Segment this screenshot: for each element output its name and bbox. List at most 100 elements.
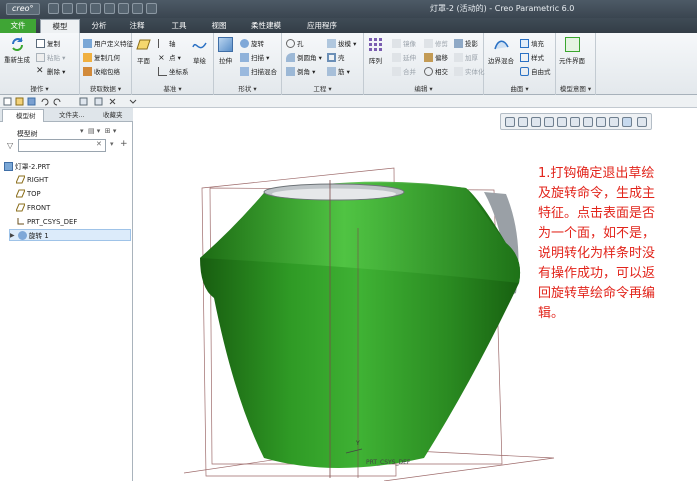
copy-button[interactable]: 复制	[36, 37, 60, 49]
intersect-button[interactable]: 相交	[424, 65, 448, 77]
style-button[interactable]: 样式	[520, 51, 544, 63]
trim-button[interactable]: 修剪	[424, 37, 448, 49]
expand-arrow-icon[interactable]: ▶	[10, 232, 15, 239]
close-window-icon[interactable]	[146, 3, 157, 14]
tab-folder-browser[interactable]: 文件夹...	[46, 109, 88, 122]
tab-view[interactable]: 视图	[204, 19, 234, 33]
copy-geometry-button[interactable]: 复制几何	[83, 51, 120, 63]
tab-flexible-modeling[interactable]: 柔性建模	[244, 19, 288, 33]
solidify-icon	[454, 66, 463, 76]
tab-analysis[interactable]: 分析	[84, 19, 114, 33]
draft-button[interactable]: 拔模 ▾	[327, 37, 356, 49]
merge-button[interactable]: 合并	[392, 65, 416, 77]
round-button[interactable]: 倒圆角 ▾	[286, 51, 322, 63]
group-surfaces: 边界混合 填充 样式 自由式 曲面 ▾	[484, 33, 556, 95]
plane-button[interactable]: 平面	[136, 37, 151, 65]
redo-icon[interactable]	[104, 3, 115, 14]
tab-annotate[interactable]: 注释	[122, 19, 152, 33]
delete-button[interactable]: ✕ 删除 ▾	[36, 65, 65, 77]
project-button[interactable]: 投影	[454, 37, 478, 49]
fill-button[interactable]: 填充	[520, 37, 544, 49]
tree-label-right: RIGHT	[27, 175, 49, 184]
tab-tools[interactable]: 工具	[164, 19, 194, 33]
extend-icon	[392, 52, 401, 62]
perspective-icon[interactable]	[596, 117, 606, 127]
hole-button[interactable]: 孔	[286, 37, 304, 49]
tree-item-part[interactable]: 灯罩-2.PRT	[4, 161, 50, 171]
display-style-icon[interactable]	[557, 117, 567, 127]
clear-search-icon[interactable]: ✕	[96, 140, 102, 148]
udf-button[interactable]: 用户定义特征	[83, 37, 133, 49]
pattern-button[interactable]: 阵列	[368, 37, 383, 65]
add-filter-icon[interactable]: +	[120, 139, 128, 149]
shell-button[interactable]: 壳	[327, 51, 345, 63]
offset-button[interactable]: 偏移	[424, 51, 448, 63]
windows-icon[interactable]	[132, 3, 143, 14]
tab-applications[interactable]: 应用程序	[300, 19, 344, 33]
tree-item-right[interactable]: RIGHT	[15, 175, 49, 184]
undo-icon[interactable]	[90, 3, 101, 14]
tree-settings-icons[interactable]: ▾ ▤ ▾ ⊞ ▾	[80, 127, 130, 137]
tab-favorites[interactable]: 收藏夹	[90, 109, 132, 122]
ribbon-tabs: 文件 模型 分析 注释 工具 视图 柔性建模 应用程序	[0, 18, 697, 33]
axis-button[interactable]: 轴	[158, 37, 176, 49]
offset-icon	[424, 52, 433, 62]
spin-center-icon[interactable]	[637, 117, 647, 127]
open-icon[interactable]	[62, 3, 73, 14]
save-icon[interactable]	[76, 3, 87, 14]
copy-icon	[36, 38, 45, 48]
revolve-button[interactable]: 旋转	[240, 37, 264, 49]
trim-icon	[424, 38, 433, 48]
annotation-display-icon[interactable]	[622, 117, 632, 127]
freeform-button[interactable]: 自由式	[520, 65, 551, 77]
tree-item-front[interactable]: FRONT	[15, 203, 50, 212]
zoom-in-icon[interactable]	[518, 117, 528, 127]
draft-icon	[327, 38, 336, 48]
chamfer-button[interactable]: 倒角 ▾	[286, 65, 315, 77]
quick-access-icons[interactable]	[0, 95, 160, 108]
tab-model-tree[interactable]: 模型树	[2, 109, 44, 122]
offset-label: 偏移	[435, 54, 448, 62]
filter-icon[interactable]: ▽	[7, 141, 13, 150]
component-interface-button[interactable]: 元件界面	[559, 37, 585, 65]
swept-blend-button[interactable]: 扫描混合	[240, 65, 277, 77]
paste-button[interactable]: 粘贴 ▾	[36, 51, 65, 63]
hole-icon	[286, 38, 295, 48]
saved-orientations-icon[interactable]	[570, 117, 580, 127]
thicken-button[interactable]: 加厚	[454, 51, 478, 63]
copy-label: 复制	[47, 40, 60, 48]
thicken-icon	[454, 52, 463, 62]
group-label-engineering: 工程 ▾	[313, 85, 332, 93]
sketch-button[interactable]: 草绘	[192, 37, 207, 65]
tab-file[interactable]: 文件	[0, 19, 36, 33]
draft-label: 拔模 ▾	[338, 40, 357, 48]
regenerate-icon[interactable]	[118, 3, 129, 14]
boundary-blend-button[interactable]: 边界混合	[488, 37, 514, 65]
merge-icon	[392, 66, 401, 76]
repaint-icon[interactable]	[544, 117, 554, 127]
csys-label: 坐标系	[169, 68, 189, 76]
tree-item-revolve[interactable]: ▶ 旋转 1	[9, 229, 131, 241]
zoom-out-icon[interactable]	[531, 117, 541, 127]
search-options-icon[interactable]: ▾	[110, 140, 114, 148]
sweep-button[interactable]: 扫描 ▾	[240, 51, 269, 63]
extrude-button[interactable]: 拉伸	[218, 37, 233, 65]
tab-model[interactable]: 模型	[40, 19, 80, 33]
mirror-button[interactable]: 镜像	[392, 37, 416, 49]
csys-button[interactable]: 坐标系	[158, 65, 189, 77]
extend-button[interactable]: 延伸	[392, 51, 416, 63]
view-manager-icon[interactable]	[583, 117, 593, 127]
solidify-button[interactable]: 实体化	[454, 65, 485, 77]
tree-item-top[interactable]: TOP	[15, 189, 41, 198]
regenerate-button[interactable]: 重新生成	[4, 36, 30, 64]
refit-icon[interactable]	[505, 117, 515, 127]
rib-button[interactable]: 筋 ▾	[327, 65, 350, 77]
datum-display-icon[interactable]	[609, 117, 619, 127]
new-icon[interactable]	[48, 3, 59, 14]
shrinkwrap-button[interactable]: 收缩包络	[83, 65, 120, 77]
group-get-data: 用户定义特征 复制几何 收缩包络 获取数据 ▾	[80, 33, 133, 95]
point-button[interactable]: × 点 ▾	[158, 51, 181, 63]
tree-item-csys[interactable]: PRT_CSYS_DEF	[16, 217, 77, 226]
regenerate-icon	[10, 36, 25, 51]
tree-search-input[interactable]	[18, 139, 106, 152]
